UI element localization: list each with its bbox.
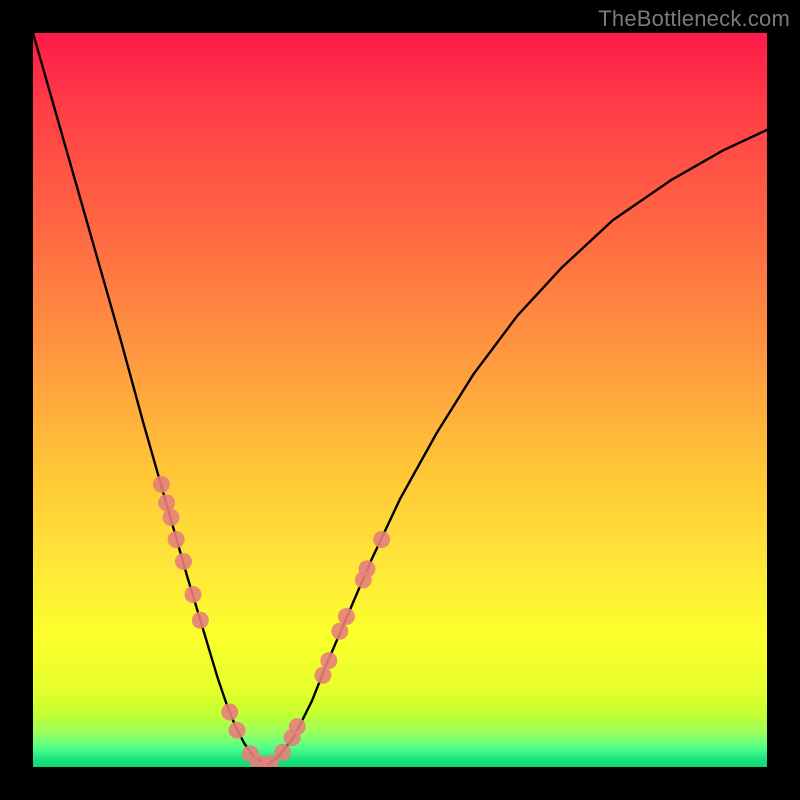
- marker-dot: [229, 722, 246, 739]
- marker-dot: [162, 509, 179, 526]
- marker-dot: [221, 703, 238, 720]
- marker-dot: [175, 553, 192, 570]
- marker-dot: [338, 608, 355, 625]
- marker-dot: [373, 531, 390, 548]
- marker-dot: [274, 744, 291, 761]
- marker-dot: [192, 612, 209, 629]
- watermark-text: TheBottleneck.com: [598, 6, 790, 32]
- bottleneck-curve: [33, 33, 767, 765]
- chart-plot-area: [33, 33, 767, 767]
- marker-dot: [320, 652, 337, 669]
- marker-dot: [168, 531, 185, 548]
- marker-dot: [314, 667, 331, 684]
- marker-dot: [158, 494, 175, 511]
- marker-dot: [185, 586, 202, 603]
- chart-svg: [33, 33, 767, 767]
- marker-dot: [358, 560, 375, 577]
- curve-markers: [153, 476, 390, 767]
- marker-dot: [331, 623, 348, 640]
- chart-frame: TheBottleneck.com: [0, 0, 800, 800]
- marker-dot: [153, 476, 170, 493]
- marker-dot: [289, 718, 306, 735]
